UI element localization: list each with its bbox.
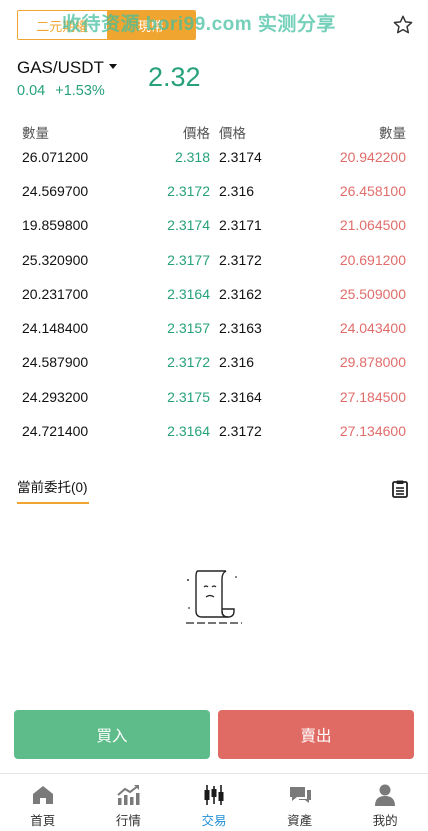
ask-price: 2.316 bbox=[219, 354, 255, 370]
change-percent: +1.53% bbox=[55, 83, 105, 99]
ask-price: 2.3174 bbox=[219, 149, 262, 165]
ask-price: 2.3164 bbox=[219, 389, 262, 405]
sell-button[interactable]: 賣出 bbox=[218, 710, 414, 759]
ask-price: 2.3171 bbox=[219, 217, 262, 233]
bid-price: 2.3175 bbox=[167, 389, 210, 405]
price-change: 0.04 +1.53% bbox=[17, 83, 105, 99]
ask-price: 2.3162 bbox=[219, 286, 262, 302]
wallet-icon bbox=[289, 787, 311, 803]
bid-quantity: 26.071200 bbox=[22, 149, 89, 165]
bid-price: 2.3172 bbox=[167, 354, 210, 370]
bid-price: 2.3164 bbox=[167, 423, 210, 439]
bid-quantity: 24.148400 bbox=[22, 320, 89, 336]
active-tab-underline bbox=[17, 502, 89, 504]
header-qty-left: 數量 bbox=[22, 126, 49, 141]
tab-profile-label: 我的 bbox=[372, 814, 398, 828]
favorite-star-icon[interactable] bbox=[392, 14, 414, 36]
bottom-tab-bar: 首頁 行情 交易 資產 我的 bbox=[0, 773, 428, 831]
ask-quantity: 25.509000 bbox=[339, 286, 406, 302]
bid-price: 2.3164 bbox=[167, 286, 210, 302]
watermark: 收待资源 bori99.com 实测分享 bbox=[62, 14, 336, 35]
tab-market[interactable]: 行情 bbox=[86, 774, 172, 831]
pair-name: GAS/USDT bbox=[17, 58, 104, 77]
bid-quantity: 25.320900 bbox=[22, 252, 89, 268]
tab-current-orders[interactable]: 當前委托(0) bbox=[17, 476, 88, 496]
tab-profile[interactable]: 我的 bbox=[342, 774, 428, 831]
ask-price: 2.3172 bbox=[219, 252, 262, 268]
ask-quantity: 27.184500 bbox=[339, 389, 406, 405]
tab-assets-label: 資產 bbox=[287, 814, 313, 828]
tab-market-label: 行情 bbox=[115, 814, 141, 828]
bid-quantity: 24.587900 bbox=[22, 354, 89, 370]
bid-price: 2.3172 bbox=[167, 183, 210, 199]
market-chart-icon bbox=[117, 785, 140, 805]
home-icon bbox=[32, 786, 53, 804]
header-price-right: 價格 bbox=[219, 126, 246, 141]
header-price-left: 價格 bbox=[183, 126, 210, 141]
tab-home[interactable]: 首頁 bbox=[0, 774, 86, 831]
ask-quantity: 20.942200 bbox=[339, 149, 406, 165]
tab-trade-label: 交易 bbox=[201, 814, 227, 828]
bid-quantity: 24.721400 bbox=[22, 423, 89, 439]
pair-selector[interactable]: GAS/USDT bbox=[17, 58, 117, 78]
ask-price: 2.316 bbox=[219, 183, 255, 199]
header-qty-right: 數量 bbox=[379, 126, 406, 141]
ask-quantity: 24.043400 bbox=[339, 320, 406, 336]
tab-home-label: 首頁 bbox=[30, 814, 56, 828]
bid-price: 2.318 bbox=[174, 149, 210, 165]
change-absolute: 0.04 bbox=[17, 83, 46, 99]
buy-button[interactable]: 買入 bbox=[14, 710, 210, 759]
ask-price: 2.3172 bbox=[219, 423, 262, 439]
last-price: 2.32 bbox=[148, 62, 201, 92]
caret-down-icon bbox=[108, 63, 117, 69]
bid-quantity: 24.569700 bbox=[22, 183, 89, 199]
ask-quantity: 21.064500 bbox=[339, 217, 406, 233]
user-icon bbox=[375, 784, 396, 806]
empty-scroll-icon bbox=[186, 570, 242, 624]
ask-price: 2.3163 bbox=[219, 320, 262, 336]
bid-quantity: 19.859800 bbox=[22, 217, 89, 233]
tab-assets[interactable]: 資產 bbox=[257, 774, 343, 831]
bid-price: 2.3174 bbox=[167, 217, 210, 233]
bid-price: 2.3157 bbox=[167, 320, 210, 336]
ask-quantity: 20.691200 bbox=[339, 252, 406, 268]
ask-quantity: 27.134600 bbox=[339, 423, 406, 439]
tab-trade[interactable]: 交易 bbox=[171, 774, 257, 831]
top-bar: 二元期權 現幣 收待资源 bori99.com 实测分享 bbox=[0, 0, 428, 50]
bid-quantity: 20.231700 bbox=[22, 286, 89, 302]
ask-quantity: 26.458100 bbox=[339, 183, 406, 199]
clipboard-icon[interactable] bbox=[390, 479, 410, 499]
candlestick-icon bbox=[204, 785, 224, 805]
ask-quantity: 29.878000 bbox=[339, 354, 406, 370]
bid-price: 2.3177 bbox=[167, 252, 210, 268]
bid-quantity: 24.293200 bbox=[22, 389, 89, 405]
